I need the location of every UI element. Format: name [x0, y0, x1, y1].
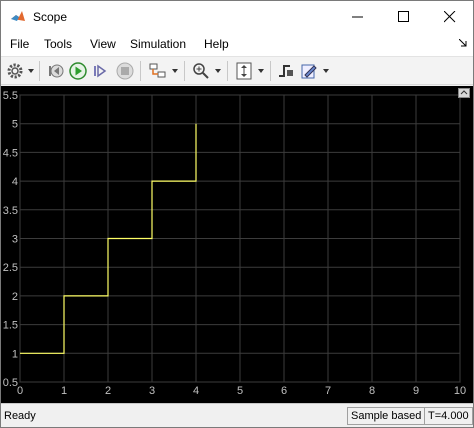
dock-arrow-icon[interactable]	[459, 39, 467, 47]
highlight-icon[interactable]	[148, 61, 168, 81]
x-tick-label: 1	[61, 385, 67, 397]
run-icon[interactable]	[68, 61, 88, 81]
settings-icon[interactable]	[6, 61, 24, 81]
y-tick-label: 2	[12, 291, 18, 303]
menu-file[interactable]: File	[10, 37, 29, 51]
scope-display[interactable]: 0 1 2 3 4 5 6 7 8 9 10 0.5 1 1.5 2 2.5 3 3.5 4 4.5 5 5.5	[1, 86, 473, 403]
grid	[19, 94, 461, 383]
window-title: Scope	[33, 10, 68, 24]
y-tick-label: 3.5	[3, 205, 18, 217]
menu-bar: File Tools View Simulation Help	[1, 32, 473, 56]
highlight-dropdown-icon[interactable]	[172, 69, 178, 73]
menu-simulation[interactable]: Simulation	[130, 37, 186, 51]
matlab-icon	[11, 11, 25, 21]
title-bar[interactable]: Scope	[1, 1, 473, 32]
zoom-dropdown-icon[interactable]	[215, 69, 221, 73]
menu-tools[interactable]: Tools	[44, 37, 72, 51]
x-tick-label: 9	[413, 385, 419, 397]
maximize-icon	[398, 11, 409, 22]
y-tick-label: 5.5	[3, 90, 18, 102]
toolbar	[1, 56, 473, 85]
y-tick-label: 5	[12, 119, 18, 131]
x-tick-label: 8	[369, 385, 375, 397]
zoom-icon[interactable]	[191, 61, 211, 81]
step-back-icon[interactable]	[46, 61, 66, 81]
x-tick-label: 10	[454, 385, 466, 397]
y-tick-label: 0.5	[3, 377, 18, 389]
close-button[interactable]	[427, 1, 473, 32]
y-tick-label: 4.5	[3, 147, 18, 159]
x-tick-label: 7	[325, 385, 331, 397]
minimize-button[interactable]	[335, 1, 381, 32]
measurements-icon[interactable]	[299, 61, 319, 81]
status-ready: Ready	[4, 410, 36, 422]
status-bar: Ready Sample based T=4.000	[1, 403, 473, 427]
status-sample-mode: Sample based	[347, 407, 426, 425]
scale-axes-icon[interactable]	[234, 61, 254, 81]
tick-labels: 0 1 2 3 4 5 6 7 8 9 100.511.522.533.544.555.5	[3, 90, 466, 397]
step-forward-icon[interactable]	[91, 61, 111, 81]
y-tick-label: 4	[12, 176, 18, 188]
settings-dropdown-icon[interactable]	[28, 69, 34, 73]
scope-window: Scope File Tools View Simulation Help 0 …	[0, 0, 474, 428]
x-tick-label: 5	[237, 385, 243, 397]
y-tick-label: 1	[12, 348, 18, 360]
y-tick-label: 2.5	[3, 262, 18, 274]
close-icon	[444, 11, 456, 23]
menu-view[interactable]: View	[90, 37, 116, 51]
scale-dropdown-icon[interactable]	[258, 69, 264, 73]
measurements-dropdown-icon[interactable]	[323, 69, 329, 73]
axes-restore-button[interactable]	[458, 88, 470, 98]
x-tick-label: 6	[281, 385, 287, 397]
restore-icon	[460, 90, 468, 95]
scope-plot[interactable]: 0 1 2 3 4 5 6 7 8 9 100.511.522.533.544.555.5	[1, 86, 473, 403]
triggers-icon[interactable]	[276, 61, 296, 81]
x-tick-label: 2	[105, 385, 111, 397]
stop-icon[interactable]	[115, 61, 135, 81]
menu-help[interactable]: Help	[204, 37, 229, 51]
y-tick-label: 1.5	[3, 320, 18, 332]
minimize-icon	[352, 16, 363, 18]
status-time: T=4.000	[424, 407, 473, 425]
x-tick-label: 4	[193, 385, 199, 397]
y-tick-label: 3	[12, 234, 18, 246]
x-tick-label: 3	[149, 385, 155, 397]
maximize-button[interactable]	[381, 1, 427, 32]
